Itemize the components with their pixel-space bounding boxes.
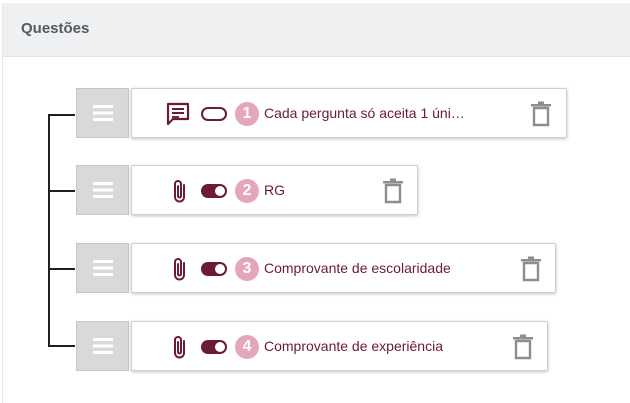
question-label: Comprovante de escolaridade bbox=[264, 260, 451, 276]
panel-header: Questões bbox=[3, 3, 630, 57]
question-number-badge: 4 bbox=[235, 335, 259, 359]
drag-handle[interactable] bbox=[76, 321, 129, 371]
trash-icon[interactable] bbox=[520, 256, 542, 282]
question-card[interactable]: 3 Comprovante de escolaridade bbox=[131, 243, 556, 293]
question-card[interactable]: 4 Comprovante de experiência bbox=[131, 321, 548, 371]
trash-icon[interactable] bbox=[382, 178, 404, 204]
question-label: Cada pergunta só aceita 1 úni… bbox=[264, 105, 465, 121]
drag-handle[interactable] bbox=[76, 165, 129, 215]
question-label: RG bbox=[264, 182, 285, 198]
panel-title: Questões bbox=[21, 20, 90, 37]
tree-branch-2 bbox=[48, 190, 75, 192]
drag-handle[interactable] bbox=[76, 243, 129, 293]
tree-branch-3 bbox=[48, 268, 75, 270]
tree-branch-4 bbox=[48, 345, 75, 347]
question-card[interactable]: 1 Cada pergunta só aceita 1 úni… bbox=[131, 88, 567, 138]
tree-branch-1 bbox=[48, 114, 75, 116]
required-toggle[interactable] bbox=[201, 262, 227, 276]
tree-connector-line bbox=[48, 114, 50, 346]
paperclip-icon bbox=[174, 180, 185, 203]
required-toggle[interactable] bbox=[201, 107, 227, 121]
drag-handle-icon bbox=[92, 260, 113, 276]
paperclip-icon bbox=[174, 258, 185, 281]
drag-handle-icon bbox=[92, 105, 113, 121]
question-number-badge: 3 bbox=[235, 257, 259, 281]
paperclip-icon bbox=[174, 336, 185, 359]
trash-icon[interactable] bbox=[530, 101, 552, 127]
trash-icon[interactable] bbox=[512, 334, 534, 360]
question-number-badge: 1 bbox=[235, 102, 259, 126]
question-label: Comprovante de experiência bbox=[264, 338, 443, 354]
drag-handle-icon bbox=[92, 338, 113, 354]
question-number-badge: 2 bbox=[235, 179, 259, 203]
required-toggle[interactable] bbox=[201, 340, 227, 354]
drag-handle[interactable] bbox=[76, 88, 129, 138]
required-toggle[interactable] bbox=[201, 184, 227, 198]
drag-handle-icon bbox=[92, 182, 113, 198]
comment-icon bbox=[166, 102, 190, 126]
question-card[interactable]: 2 RG bbox=[131, 165, 418, 215]
